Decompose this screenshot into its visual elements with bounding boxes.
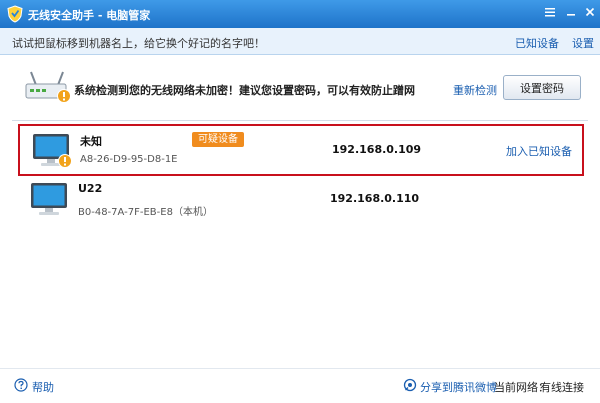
- shield-icon: [7, 5, 23, 23]
- close-icon[interactable]: [580, 3, 600, 21]
- suspicious-badge: 可疑设备: [192, 132, 244, 147]
- status-bar: 帮助 分享到腾讯微博 当前网络： 有线连接: [0, 368, 600, 403]
- minimize-icon[interactable]: [561, 3, 581, 21]
- settings-link[interactable]: 设置: [572, 35, 594, 51]
- device-mac: A8-26-D9-95-D8-1E: [80, 154, 178, 165]
- device-mac: B0-48-7A-7F-EB-E8（本机）: [78, 207, 213, 218]
- divider: [12, 120, 588, 121]
- set-password-button[interactable]: 设置密码: [503, 75, 581, 100]
- menu-icon[interactable]: [540, 3, 560, 21]
- computer-icon: [31, 183, 67, 215]
- computer-warning-icon: [33, 134, 72, 168]
- network-status: 有线连接: [540, 381, 584, 394]
- weibo-share-icon[interactable]: [403, 378, 417, 392]
- hint-bar: 试试把鼠标移到机器名上，给它换个好记的名字吧！ 已知设备 设置: [0, 28, 600, 55]
- share-weibo-link[interactable]: 分享到腾讯微博: [420, 379, 497, 395]
- device-row-local[interactable]: U22 B0-48-7A-7F-EB-E8（本机） 192.168.0.110: [18, 175, 580, 223]
- add-known-device-link[interactable]: 加入已知设备: [506, 143, 572, 159]
- title-bar[interactable]: 无线安全助手 - 电脑管家: [0, 0, 600, 28]
- window-title: 无线安全助手 - 电脑管家: [28, 9, 151, 22]
- warning-text: 系统检测到您的无线网络未加密！建议您设置密码，可以有效防止蹭网: [74, 84, 415, 97]
- device-ip: 192.168.0.110: [330, 192, 420, 205]
- help-icon[interactable]: [14, 378, 28, 392]
- help-link[interactable]: 帮助: [32, 379, 54, 395]
- device-row-suspicious[interactable]: 未知 可疑设备 A8-26-D9-95-D8-1E 192.168.0.109 …: [18, 124, 584, 176]
- known-devices-link[interactable]: 已知设备: [515, 35, 559, 51]
- recheck-link[interactable]: 重新检测: [453, 82, 497, 98]
- router-warning-icon: [25, 71, 71, 103]
- hint-text: 试试把鼠标移到机器名上，给它换个好记的名字吧！: [12, 37, 265, 50]
- device-ip: 192.168.0.109: [332, 143, 422, 156]
- device-name[interactable]: U22: [78, 182, 102, 195]
- device-name[interactable]: 未知: [80, 133, 102, 149]
- security-warning: 系统检测到您的无线网络未加密！建议您设置密码，可以有效防止蹭网 重新检测 设置密…: [0, 55, 600, 119]
- app-window: 无线安全助手 - 电脑管家 试试把鼠标移到机器名上，给它换个好记的名字吧！ 已知…: [0, 0, 600, 403]
